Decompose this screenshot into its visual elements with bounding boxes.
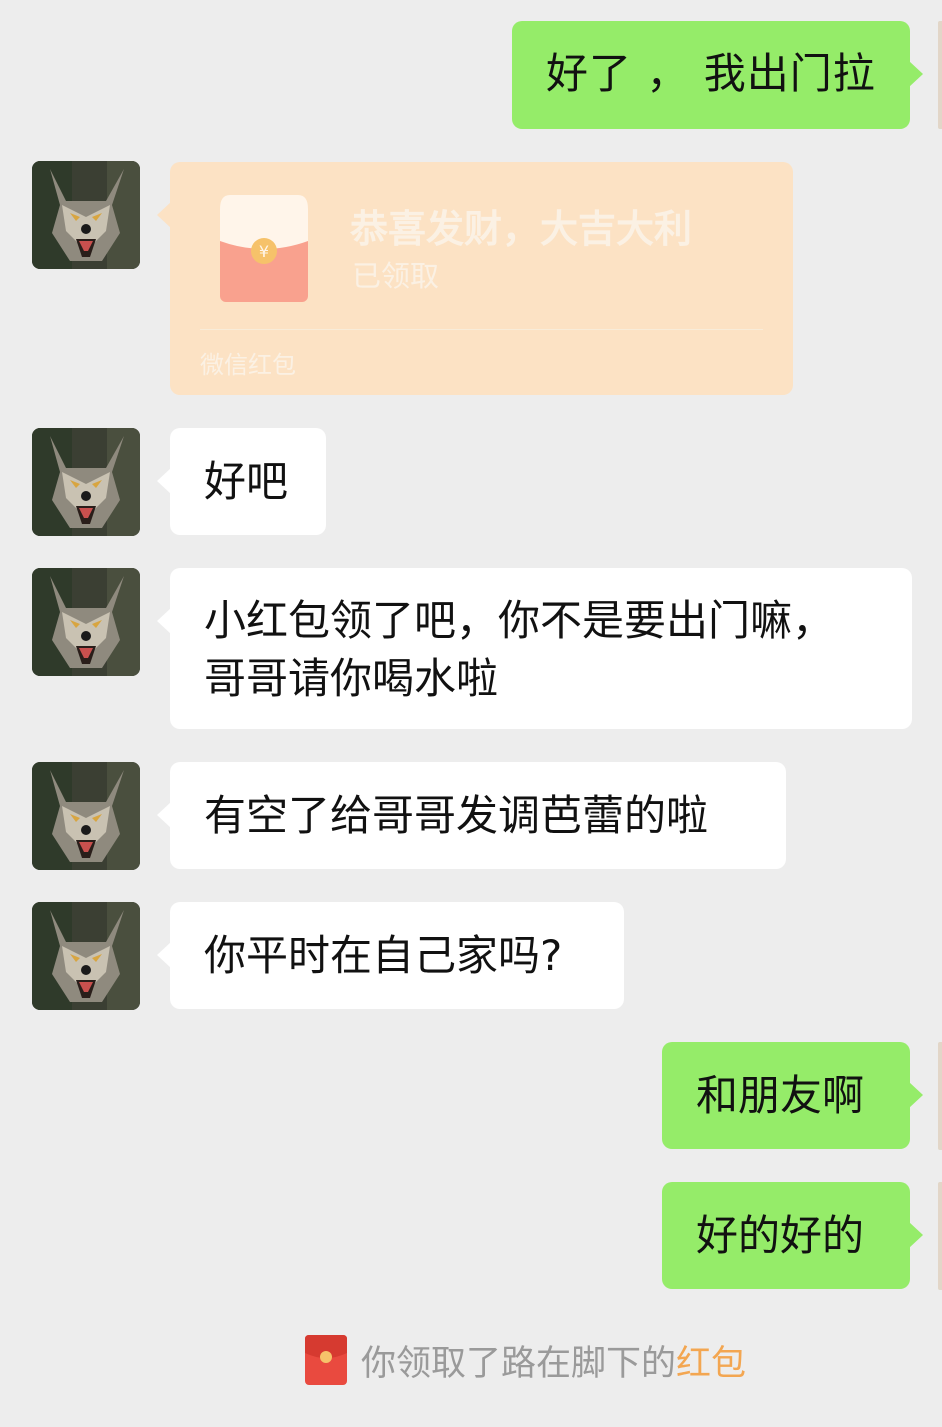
bubble-tail: [157, 202, 171, 228]
message-bubble-incoming[interactable]: 你平时在自己家吗?: [157, 902, 624, 1009]
system-notice: 你领取了路在脚下的 红包: [305, 1335, 746, 1385]
self-avatar-edge[interactable]: [938, 1042, 942, 1150]
wolf-avatar-icon[interactable]: [32, 428, 140, 536]
red-packet-status: 已领取: [352, 259, 440, 293]
self-avatar-edge[interactable]: [938, 21, 942, 129]
message-text-line: 小红包领了吧，你不是要出门嘛，: [204, 596, 835, 645]
red-packet-greeting: 恭喜发财，大吉大利: [350, 207, 693, 251]
wolf-avatar-icon[interactable]: [32, 902, 140, 1010]
message-bubble-outgoing[interactable]: 和朋友啊: [662, 1042, 923, 1149]
bubble-tail: [157, 608, 171, 634]
wolf-avatar-icon[interactable]: [32, 568, 140, 676]
message-bubble-outgoing[interactable]: 好了 ， 我出门拉: [512, 21, 923, 129]
message-text-line: 哥哥请你喝水啦: [204, 654, 499, 703]
message-row-outgoing: 好了 ， 我出门拉: [0, 21, 942, 129]
bubble-tail: [157, 942, 171, 968]
message-bubble-incoming[interactable]: 有空了给哥哥发调芭蕾的啦: [157, 762, 786, 869]
divider: [200, 329, 763, 330]
bubble-tail: [909, 61, 923, 87]
message-row-outgoing: 和朋友啊: [0, 1042, 942, 1150]
message-text: 好吧: [204, 457, 289, 506]
message-text: 有空了给哥哥发调芭蕾的啦: [204, 791, 709, 840]
message-text: 你平时在自己家吗?: [204, 931, 563, 980]
red-envelope-icon: ¥: [220, 195, 308, 302]
message-text: 好了 ， 我出门拉: [546, 49, 876, 98]
self-avatar-edge[interactable]: [938, 1182, 942, 1290]
wolf-avatar-icon[interactable]: [32, 161, 140, 269]
message-row-outgoing: 好的好的: [0, 1182, 942, 1290]
bubble-tail: [909, 1082, 923, 1108]
red-packet-footer: 微信红包: [200, 351, 296, 379]
message-bubble-incoming[interactable]: 好吧: [157, 428, 326, 535]
message-bubble-incoming[interactable]: 小红包领了吧，你不是要出门嘛， 哥哥请你喝水啦: [157, 568, 912, 729]
system-notice-text: 你领取了路在脚下的: [361, 1343, 677, 1384]
bubble-tail: [157, 802, 171, 828]
wolf-avatar-icon[interactable]: [32, 762, 140, 870]
message-bubble-outgoing[interactable]: 好的好的: [662, 1182, 923, 1289]
message-text: 和朋友啊: [696, 1071, 865, 1120]
red-packet-card[interactable]: ¥ 恭喜发财，大吉大利 已领取 微信红包: [157, 162, 793, 395]
bubble-tail: [909, 1222, 923, 1248]
red-packet-icon: [305, 1335, 347, 1385]
message-text: 好的好的: [696, 1211, 865, 1260]
red-packet-link[interactable]: 红包: [676, 1335, 746, 1386]
bubble-tail: [157, 468, 171, 494]
svg-text:¥: ¥: [259, 242, 269, 261]
